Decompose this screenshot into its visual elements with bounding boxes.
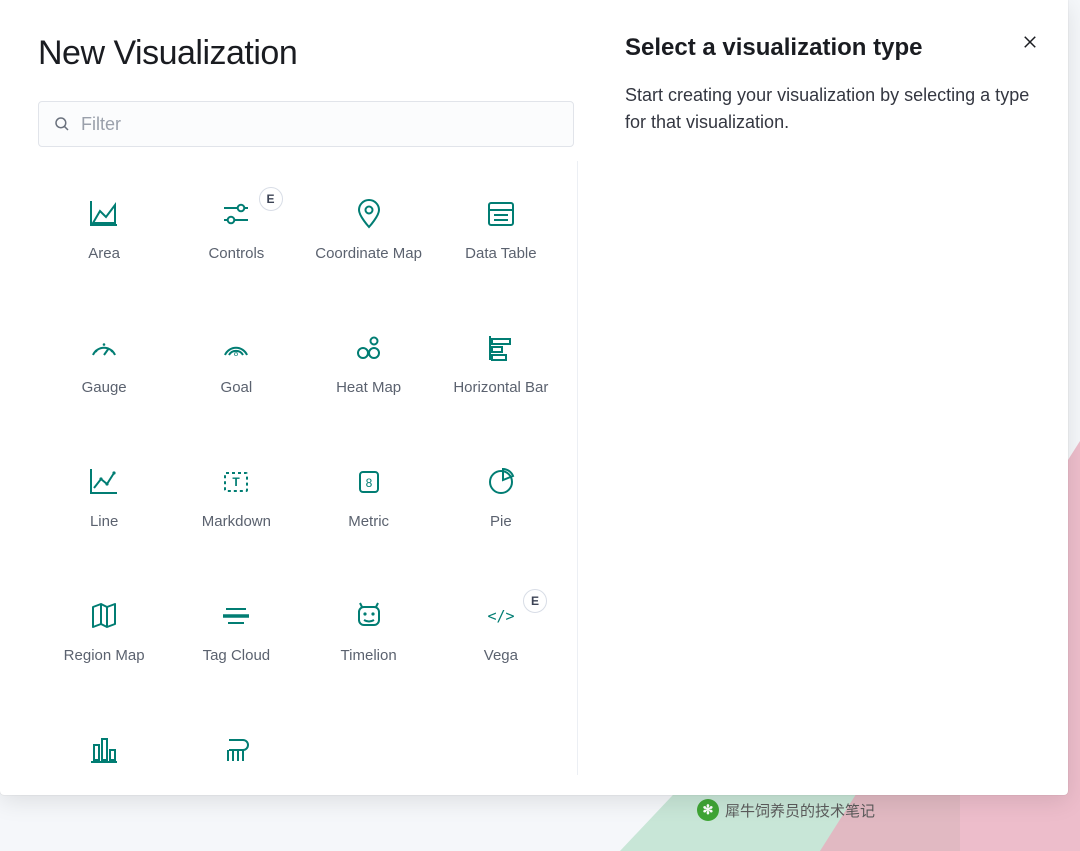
search-icon [53, 115, 71, 133]
viz-type-label: Markdown [202, 513, 271, 532]
viz-type-goal[interactable]: Goal [170, 325, 302, 421]
viz-type-label: Coordinate Map [315, 245, 422, 264]
metric-icon [352, 465, 386, 499]
visualization-grid: AreaControlsECoordinate MapData TableGau… [38, 161, 567, 775]
watermark: ✻ 犀牛饲养员的技术笔记 [697, 799, 875, 821]
viz-type-pie[interactable]: Pie [435, 459, 567, 555]
viz-type-line[interactable]: Line [38, 459, 170, 555]
viz-type-label: Line [90, 513, 118, 532]
viz-type-vertical-bar[interactable]: Vertical Bar [38, 727, 170, 775]
viz-type-label: Data Table [465, 245, 536, 264]
visual-builder-icon [219, 733, 253, 767]
viz-type-label: Pie [490, 513, 512, 532]
area-chart-icon [87, 197, 121, 231]
viz-type-vega[interactable]: VegaE [435, 593, 567, 689]
viz-type-data-table[interactable]: Data Table [435, 191, 567, 287]
close-button[interactable] [1018, 30, 1042, 54]
info-body: Start creating your visualization by sel… [625, 82, 1032, 136]
info-title: Select a visualization type [625, 34, 1032, 62]
viz-type-visual-builder[interactable]: Visual Builder [170, 727, 302, 775]
viz-type-label: Timelion [341, 647, 397, 666]
vertical-bar-icon [87, 733, 121, 767]
map-pin-icon [352, 197, 386, 231]
viz-type-markdown[interactable]: Markdown [170, 459, 302, 555]
viz-type-gauge[interactable]: Gauge [38, 325, 170, 421]
line-chart-icon [87, 465, 121, 499]
filter-field[interactable] [38, 101, 574, 147]
viz-type-label: Tag Cloud [203, 647, 271, 666]
horizontal-bar-icon [484, 331, 518, 365]
heatmap-icon [352, 331, 386, 365]
region-map-icon [87, 599, 121, 633]
info-pane: Select a visualization type Start creati… [575, 0, 1068, 795]
viz-type-label: Horizontal Bar [453, 379, 548, 398]
experimental-badge: E [523, 589, 547, 613]
new-visualization-modal: New Visualization AreaControlsECoordinat… [0, 0, 1068, 795]
viz-type-label: Vega [484, 647, 518, 666]
modal-title: New Visualization [38, 34, 575, 73]
goal-icon [219, 331, 253, 365]
pie-chart-icon [484, 465, 518, 499]
tag-cloud-icon [219, 599, 253, 633]
vega-icon [484, 599, 518, 633]
viz-type-label: Controls [208, 245, 264, 264]
viz-type-region-map[interactable]: Region Map [38, 593, 170, 689]
filter-input[interactable] [81, 114, 559, 135]
viz-type-label: Goal [221, 379, 253, 398]
viz-type-timelion[interactable]: Timelion [303, 593, 435, 689]
viz-type-metric[interactable]: Metric [303, 459, 435, 555]
viz-type-label: Area [88, 245, 120, 264]
viz-type-horizontal-bar[interactable]: Horizontal Bar [435, 325, 567, 421]
experimental-badge: E [259, 187, 283, 211]
table-icon [484, 197, 518, 231]
left-pane: New Visualization AreaControlsECoordinat… [0, 0, 575, 795]
viz-type-controls[interactable]: ControlsE [170, 191, 302, 287]
watermark-text: 犀牛饲养员的技术笔记 [725, 800, 875, 821]
viz-type-tag-cloud[interactable]: Tag Cloud [170, 593, 302, 689]
viz-type-label: Metric [348, 513, 389, 532]
viz-type-label: Gauge [82, 379, 127, 398]
viz-type-label: Region Map [64, 647, 145, 666]
visualization-grid-scroll[interactable]: AreaControlsECoordinate MapData TableGau… [38, 161, 578, 775]
viz-type-heat-map[interactable]: Heat Map [303, 325, 435, 421]
timelion-icon [352, 599, 386, 633]
gauge-icon [87, 331, 121, 365]
markdown-icon [219, 465, 253, 499]
close-icon [1021, 33, 1039, 51]
controls-icon [219, 197, 253, 231]
viz-type-label: Heat Map [336, 379, 401, 398]
viz-type-area[interactable]: Area [38, 191, 170, 287]
viz-type-coordinate-map[interactable]: Coordinate Map [303, 191, 435, 287]
wechat-icon: ✻ [697, 799, 719, 821]
